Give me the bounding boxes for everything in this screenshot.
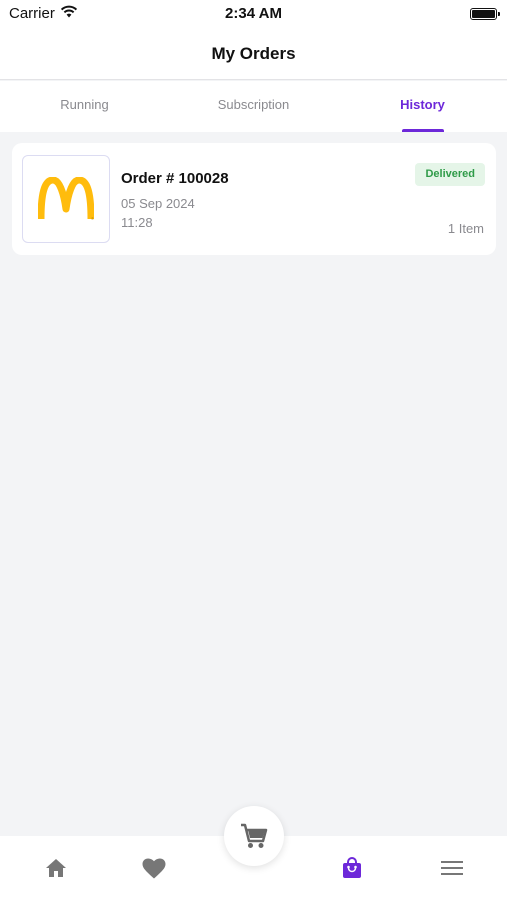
order-card[interactable]: ® Order # 100028 05 Sep 2024 11:28 Deliv… bbox=[12, 143, 496, 255]
menu-icon bbox=[441, 861, 463, 875]
svg-text:®: ® bbox=[91, 216, 94, 221]
tab-running[interactable]: Running bbox=[0, 81, 169, 132]
status-badge: Delivered bbox=[415, 163, 485, 186]
page-header: My Orders bbox=[0, 28, 507, 80]
nav-home-button[interactable] bbox=[36, 852, 76, 884]
tab-history-label: History bbox=[400, 97, 445, 112]
status-time: 2:34 AM bbox=[225, 5, 282, 22]
status-bar: Carrier 2:34 AM bbox=[0, 0, 507, 28]
active-tab-indicator bbox=[401, 129, 444, 132]
item-count: 1 Item bbox=[447, 221, 484, 236]
page-title: My Orders bbox=[211, 44, 296, 63]
mcdonalds-logo: ® bbox=[22, 155, 110, 243]
battery-icon bbox=[470, 8, 500, 20]
order-tabs: Running Subscription History bbox=[0, 81, 507, 132]
tab-subscription-label: Subscription bbox=[217, 97, 290, 112]
order-number: Order # 100028 bbox=[121, 170, 229, 187]
shopping-bag-icon bbox=[343, 857, 361, 878]
heart-icon bbox=[142, 858, 166, 878]
order-time: 11:28 bbox=[121, 215, 153, 230]
nav-orders-button[interactable] bbox=[332, 852, 372, 884]
cart-button[interactable] bbox=[224, 806, 284, 866]
tab-running-label: Running bbox=[60, 97, 109, 112]
tab-history[interactable]: History bbox=[338, 81, 507, 132]
cart-icon bbox=[241, 823, 268, 848]
order-date: 05 Sep 2024 bbox=[121, 196, 195, 211]
tab-subscription[interactable]: Subscription bbox=[169, 81, 338, 132]
nav-favorites-button[interactable] bbox=[134, 852, 174, 884]
home-icon bbox=[46, 859, 66, 877]
nav-menu-button[interactable] bbox=[432, 852, 472, 884]
